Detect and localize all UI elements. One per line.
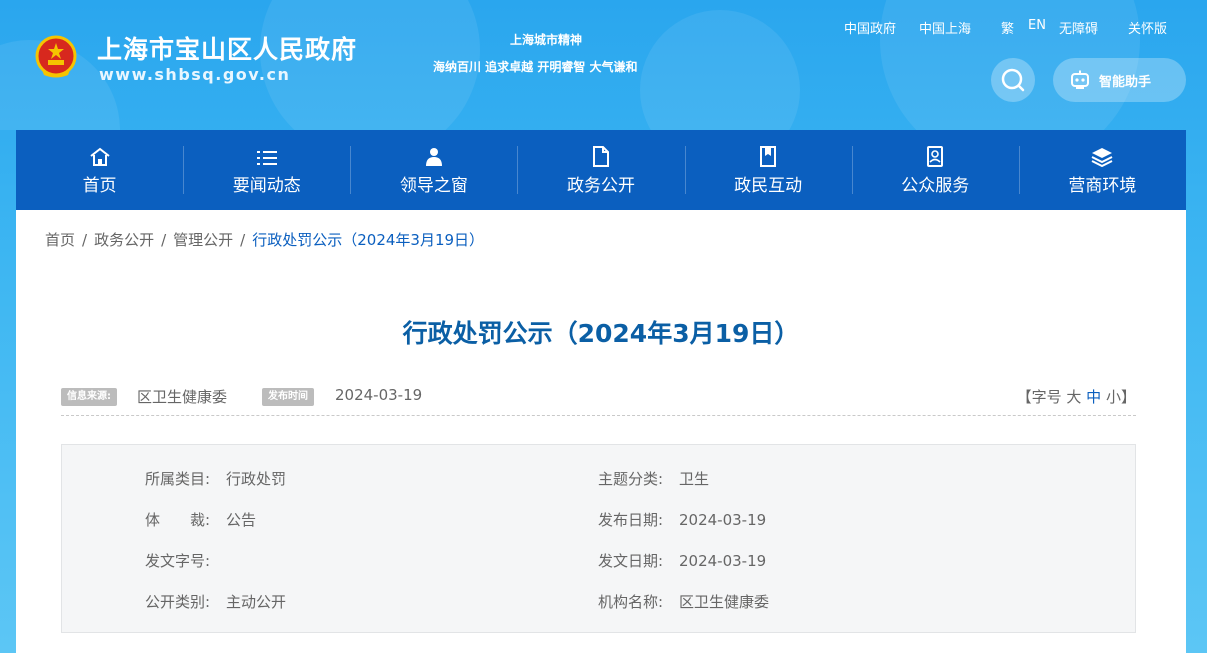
info-category-value: 行政处罚 bbox=[226, 470, 287, 488]
link-traditional-chinese[interactable]: 繁 bbox=[1001, 18, 1014, 37]
bookmark-icon bbox=[760, 145, 777, 167]
breadcrumb-current[interactable]: 行政处罚公示（2024年3月19日） bbox=[252, 231, 484, 249]
publish-time-tag: 发布时间 bbox=[262, 388, 314, 406]
font-size-close: 】 bbox=[1120, 388, 1136, 406]
link-english[interactable]: EN bbox=[1028, 18, 1046, 33]
source-tag: 信息来源: bbox=[61, 388, 117, 406]
breadcrumb-separator: / bbox=[161, 231, 167, 249]
breadcrumb-separator: / bbox=[82, 231, 88, 249]
robot-icon bbox=[1071, 70, 1089, 89]
document-icon bbox=[592, 145, 609, 167]
info-topic: 主题分类: 卫生 bbox=[598, 468, 709, 489]
info-doc-number: 发文字号: bbox=[145, 550, 226, 571]
service-icon bbox=[927, 145, 944, 167]
nav-item-public-service[interactable]: 公众服务 bbox=[851, 130, 1019, 210]
info-doc-number-label: 发文字号: bbox=[145, 552, 211, 570]
main-nav: 首页 要闻动态 领导之窗 政务公开 政民互动 公众服务 营商环境 bbox=[16, 130, 1186, 210]
breadcrumb-management[interactable]: 管理公开 bbox=[173, 231, 233, 249]
info-publish-date: 发布日期: 2024-03-19 bbox=[598, 509, 766, 530]
nav-label-interaction: 政民互动 bbox=[734, 175, 803, 196]
site-url[interactable]: www.shbsq.gov.cn bbox=[99, 65, 290, 84]
breadcrumb-home[interactable]: 首页 bbox=[45, 231, 75, 249]
link-china-gov[interactable]: 中国政府 bbox=[844, 18, 896, 37]
page-title: 行政处罚公示（2024年3月19日） bbox=[402, 319, 800, 348]
link-china-shanghai[interactable]: 中国上海 bbox=[919, 18, 971, 37]
info-open-type: 公开类别: 主动公开 bbox=[145, 591, 286, 612]
info-category-label: 所属类目: bbox=[145, 470, 211, 488]
info-genre-value: 公告 bbox=[226, 511, 257, 529]
nav-item-home[interactable]: 首页 bbox=[16, 130, 183, 210]
info-open-type-value: 主动公开 bbox=[226, 593, 287, 611]
breadcrumb: 首页 / 政务公开 / 管理公开 / 行政处罚公示（2024年3月19日） bbox=[45, 229, 484, 250]
info-publish-date-value: 2024-03-19 bbox=[679, 511, 767, 529]
font-size-large[interactable]: 大 bbox=[1066, 388, 1081, 406]
info-organization-label: 机构名称: bbox=[598, 593, 664, 611]
search-icon bbox=[1001, 68, 1025, 92]
info-organization-value: 区卫生健康委 bbox=[679, 593, 770, 611]
info-doc-date: 发文日期: 2024-03-19 bbox=[598, 550, 766, 571]
link-accessibility[interactable]: 无障碍 bbox=[1059, 18, 1098, 37]
nav-item-business[interactable]: 营商环境 bbox=[1018, 130, 1186, 210]
link-care-mode[interactable]: 关怀版 bbox=[1128, 18, 1167, 37]
top-links: 中国政府 中国上海 繁 EN 无障碍 关怀版 bbox=[0, 18, 1207, 38]
nav-label-home: 首页 bbox=[82, 175, 117, 196]
nav-label-leaders: 领导之窗 bbox=[399, 175, 468, 196]
breadcrumb-gov-affairs[interactable]: 政务公开 bbox=[94, 231, 154, 249]
source-value: 区卫生健康委 bbox=[137, 388, 228, 406]
font-size-medium[interactable]: 中 bbox=[1086, 388, 1101, 406]
info-publish-date-label: 发布日期: bbox=[598, 511, 664, 529]
main-content: 首页 / 政务公开 / 管理公开 / 行政处罚公示（2024年3月19日） 行政处罚公示（2… bbox=[16, 210, 1186, 653]
article-meta: 信息来源: 区卫生健康委 发布时间 2024-03-19 【字号 大 中 小】 bbox=[61, 384, 1136, 416]
document-info-box: 所属类目: 行政处罚 主题分类: 卫生 体 裁: 公告 发布日期: 2024-03-19… bbox=[61, 444, 1136, 633]
layers-icon bbox=[1091, 147, 1113, 167]
info-doc-date-label: 发文日期: bbox=[598, 552, 664, 570]
smart-assistant-label: 智能助手 bbox=[1099, 74, 1152, 90]
city-spirit-text: 海纳百川 追求卓越 开明睿智 大气谦和 bbox=[433, 60, 638, 74]
info-topic-label: 主题分类: bbox=[598, 470, 664, 488]
home-icon bbox=[89, 147, 110, 166]
site-header: 上海市宝山区人民政府 www.shbsq.gov.cn 上海城市精神 海纳百川 … bbox=[0, 0, 1207, 130]
nav-label-public-service: 公众服务 bbox=[901, 175, 970, 196]
info-category: 所属类目: 行政处罚 bbox=[145, 468, 286, 489]
list-icon bbox=[256, 150, 277, 165]
publish-time-value: 2024-03-19 bbox=[335, 386, 423, 404]
person-icon bbox=[425, 147, 442, 166]
breadcrumb-separator: / bbox=[240, 231, 246, 249]
nav-item-leaders[interactable]: 领导之窗 bbox=[350, 130, 517, 210]
font-size-controls: 【字号 大 中 小】 bbox=[1017, 386, 1136, 407]
font-size-label: 【字号 bbox=[1016, 388, 1062, 406]
info-genre-label: 体 裁: bbox=[145, 511, 211, 529]
nav-label-gov-affairs: 政务公开 bbox=[566, 175, 635, 196]
nav-item-gov-affairs[interactable]: 政务公开 bbox=[517, 130, 684, 210]
smart-assistant-button[interactable]: 智能助手 bbox=[1053, 58, 1186, 102]
info-topic-value: 卫生 bbox=[679, 470, 710, 488]
font-size-small[interactable]: 小 bbox=[1106, 388, 1121, 406]
nav-label-business: 营商环境 bbox=[1068, 175, 1137, 196]
info-doc-date-value: 2024-03-19 bbox=[679, 552, 767, 570]
national-emblem-icon[interactable] bbox=[33, 34, 79, 80]
info-organization: 机构名称: 区卫生健康委 bbox=[598, 591, 769, 612]
info-genre: 体 裁: 公告 bbox=[145, 509, 256, 530]
info-open-type-label: 公开类别: bbox=[145, 593, 211, 611]
nav-item-news[interactable]: 要闻动态 bbox=[183, 130, 350, 210]
nav-label-news: 要闻动态 bbox=[232, 175, 301, 196]
search-button[interactable] bbox=[991, 58, 1035, 102]
nav-item-interaction[interactable]: 政民互动 bbox=[684, 130, 852, 210]
